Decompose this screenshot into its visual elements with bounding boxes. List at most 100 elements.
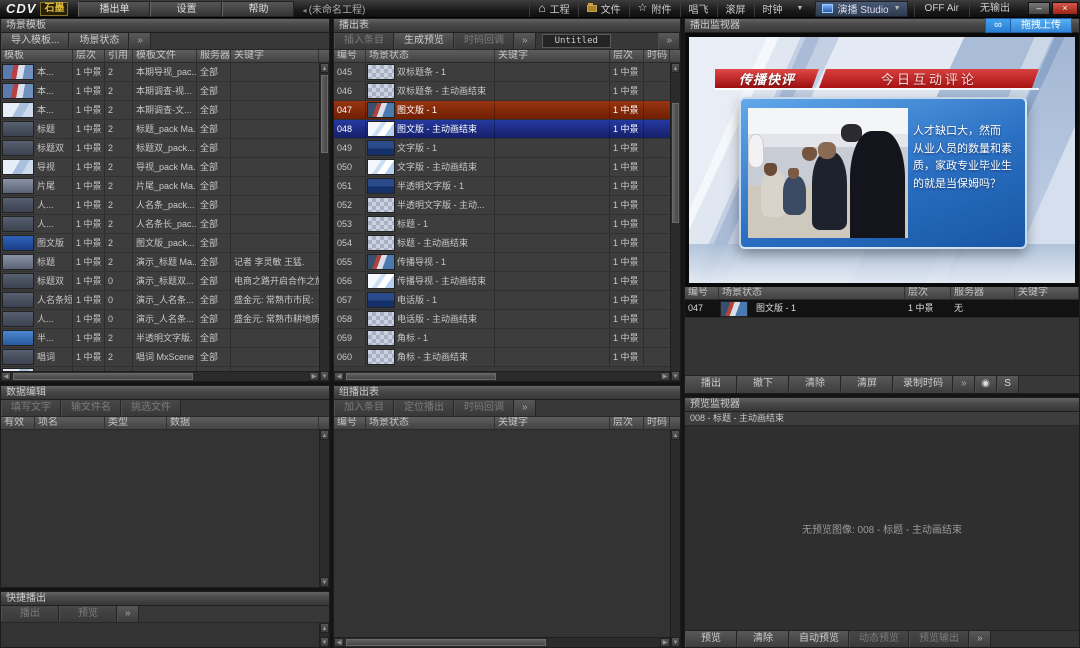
scroll-right-icon[interactable]: ▶ — [309, 372, 319, 381]
s-mode-button[interactable]: S — [997, 376, 1019, 393]
scroll-up-icon[interactable]: ▲ — [320, 63, 329, 73]
col-type[interactable]: 类型 — [105, 417, 167, 429]
titlebar-quick-button[interactable]: 附件 — [629, 1, 680, 17]
more-tabs-icon[interactable]: » — [658, 33, 680, 49]
playlist-row[interactable]: 045 双标题条 - 1 1 中景 — [334, 63, 670, 82]
more-tools-icon[interactable]: » — [129, 33, 151, 49]
col-layer[interactable]: 层次 — [905, 287, 951, 299]
playlist-row[interactable]: 049 文字版 - 1 1 中景 — [334, 139, 670, 158]
scroll-up-icon[interactable]: ▲ — [320, 430, 329, 440]
more-tools-icon[interactable]: » — [969, 631, 991, 647]
menu-button[interactable]: 帮助 — [222, 1, 294, 17]
col-keyword[interactable]: 关键字 — [495, 417, 610, 429]
playlist-row[interactable]: 046 双标题条 - 主动画结束 1 中景 — [334, 82, 670, 101]
more-tools-icon[interactable]: » — [514, 400, 536, 416]
data-edit-button[interactable]: 挑选文件 — [121, 400, 181, 416]
onair-row[interactable]: 047 图文版 - 1 1 中景 无 — [685, 300, 1079, 318]
upload-button[interactable]: ∞ 拖拽上传 — [985, 18, 1072, 33]
menu-button[interactable]: 播出单 — [78, 1, 150, 17]
more-tools-icon[interactable]: » — [514, 33, 536, 49]
template-row[interactable]: 标题双 1 中景 0 演示_标题双... 全部 电商之路开启合作之旅: — [1, 272, 319, 291]
studio-select-button[interactable]: 演播 Studio ▼ — [815, 1, 907, 17]
template-row[interactable]: 标题 1 中景 2 标题_pack Ma... 全部 — [1, 120, 319, 139]
template-row[interactable]: 唱词 1 中景 2 唱词 MxScene 全部 — [1, 348, 319, 367]
scroll-thumb[interactable] — [346, 639, 546, 646]
col-number[interactable]: 编号 — [334, 417, 366, 429]
col-keyword[interactable]: 关键字 — [231, 50, 319, 62]
preview-button[interactable]: 自动预览 — [789, 631, 849, 647]
scene-state-button[interactable]: 场景状态 — [69, 33, 129, 49]
playlist-row[interactable]: 052 半透明文字版 - 主动... 1 中景 — [334, 196, 670, 215]
preview-button[interactable]: 预览 — [685, 631, 737, 647]
scroll-down-icon[interactable]: ▼ — [671, 637, 680, 647]
template-row[interactable]: 本... 1 中景 2 本期调查-文... 全部 — [1, 101, 319, 120]
col-layer[interactable]: 层次 — [610, 417, 644, 429]
template-row[interactable]: 人... 1 中景 0 演示_人名条... 全部 盛金元: 常熟市耕地质量 — [1, 310, 319, 329]
group-playlist-button[interactable]: 时码回调 — [454, 400, 514, 416]
playlist-row[interactable]: 053 标题 - 1 1 中景 — [334, 215, 670, 234]
group-playlist-hscrollbar[interactable]: ◀ ▶ — [334, 637, 670, 647]
close-button[interactable]: × — [1052, 2, 1078, 15]
scroll-thumb[interactable] — [321, 75, 328, 153]
timecode-button[interactable]: 时码回调 — [454, 33, 514, 49]
scroll-right-icon[interactable]: ▶ — [660, 638, 670, 647]
col-template[interactable]: 模板 — [1, 50, 73, 62]
scroll-down-icon[interactable]: ▼ — [320, 637, 329, 647]
playlist-row[interactable]: 059 角标 - 1 1 中景 — [334, 329, 670, 348]
template-row[interactable]: 导视 1 中景 2 导视_pack Ma... 全部 — [1, 158, 319, 177]
template-row[interactable]: 标题双 1 中景 2 标题双_pack... 全部 — [1, 139, 319, 158]
overlay-button[interactable]: 滚屏 — [717, 1, 754, 17]
quick-play-button[interactable]: 预览 — [59, 606, 117, 622]
program-button[interactable]: 清除 — [789, 376, 841, 393]
quick-play-vscrollbar[interactable]: ▲ ▼ — [319, 623, 329, 647]
program-button[interactable]: 清屏 — [841, 376, 893, 393]
more-tools-icon[interactable]: » — [953, 376, 975, 393]
template-row[interactable]: 标题 1 中景 2 演示_标题 Ma... 全部 记者 李灵敏 王猛. — [1, 253, 319, 272]
playlist-row[interactable]: 057 电话版 - 1 1 中景 — [334, 291, 670, 310]
scroll-thumb[interactable] — [346, 373, 496, 380]
scroll-down-icon[interactable]: ▼ — [320, 371, 329, 381]
playlist-vscrollbar[interactable]: ▲ ▼ — [670, 63, 680, 381]
generate-preview-button[interactable]: 生成预览 — [394, 33, 454, 49]
playlist-hscrollbar[interactable]: ◀ ▶ — [334, 371, 670, 381]
program-button[interactable]: 录制时码 — [893, 376, 953, 393]
tab-untitled[interactable]: Untitled — [542, 34, 611, 48]
titlebar-quick-button[interactable]: 文件 — [578, 1, 629, 17]
col-scene-state[interactable]: 场景状态 — [366, 417, 495, 429]
col-timecode[interactable]: 时码 — [644, 50, 670, 62]
col-keyword[interactable]: 关键字 — [1015, 287, 1079, 299]
scroll-thumb[interactable] — [672, 103, 679, 223]
playlist-row[interactable]: 058 电话版 - 主动画结束 1 中景 — [334, 310, 670, 329]
group-playlist-vscrollbar[interactable]: ▲ ▼ — [670, 430, 680, 647]
scroll-down-icon[interactable]: ▼ — [320, 577, 329, 587]
playlist-row[interactable]: 051 半透明文字版 - 1 1 中景 — [334, 177, 670, 196]
data-edit-vscrollbar[interactable]: ▲ ▼ — [319, 430, 329, 587]
template-row[interactable]: 人... 1 中景 2 人名条长_pac... 全部 — [1, 215, 319, 234]
data-edit-button[interactable]: 输文件名 — [61, 400, 121, 416]
import-template-button[interactable]: 导入模板... — [1, 33, 69, 49]
scroll-up-icon[interactable]: ▲ — [320, 623, 329, 633]
group-playlist-button[interactable]: 定位播出 — [394, 400, 454, 416]
col-valid[interactable]: 有效 — [1, 417, 35, 429]
scroll-up-icon[interactable]: ▲ — [671, 430, 680, 440]
snapshot-icon[interactable]: ◉ — [975, 376, 997, 393]
menu-button[interactable]: 设置 — [150, 1, 222, 17]
template-row[interactable]: 人名条短 1 中景 0 演示_人名条... 全部 盛金元: 常熟市市民: — [1, 291, 319, 310]
minimize-button[interactable]: – — [1028, 2, 1050, 15]
col-layer[interactable]: 层次 — [610, 50, 644, 62]
template-vscrollbar[interactable]: ▲ ▼ — [319, 63, 329, 381]
template-row[interactable]: 人... 1 中景 2 人名条_pack... 全部 — [1, 196, 319, 215]
col-data[interactable]: 数据 — [167, 417, 319, 429]
overlay-button[interactable]: 时钟 — [754, 1, 791, 17]
more-tools-icon[interactable]: » — [117, 606, 139, 622]
program-button[interactable]: 撤下 — [737, 376, 789, 393]
template-hscrollbar[interactable]: ◀ ▶ — [1, 371, 319, 381]
col-number[interactable]: 编号 — [334, 50, 366, 62]
playlist-row[interactable]: 048 图文版 - 主动画结束 1 中景 — [334, 120, 670, 139]
col-server[interactable]: 服务器 — [951, 287, 1015, 299]
col-scene-state[interactable]: 场景状态 — [366, 50, 495, 62]
template-row[interactable]: 半... 1 中景 2 半透明文字版. 全部 — [1, 329, 319, 348]
template-row[interactable]: 本... 1 中景 2 本期调查-视... 全部 — [1, 82, 319, 101]
col-keyword[interactable]: 关键字 — [495, 50, 610, 62]
scroll-left-icon[interactable]: ◀ — [1, 372, 11, 381]
